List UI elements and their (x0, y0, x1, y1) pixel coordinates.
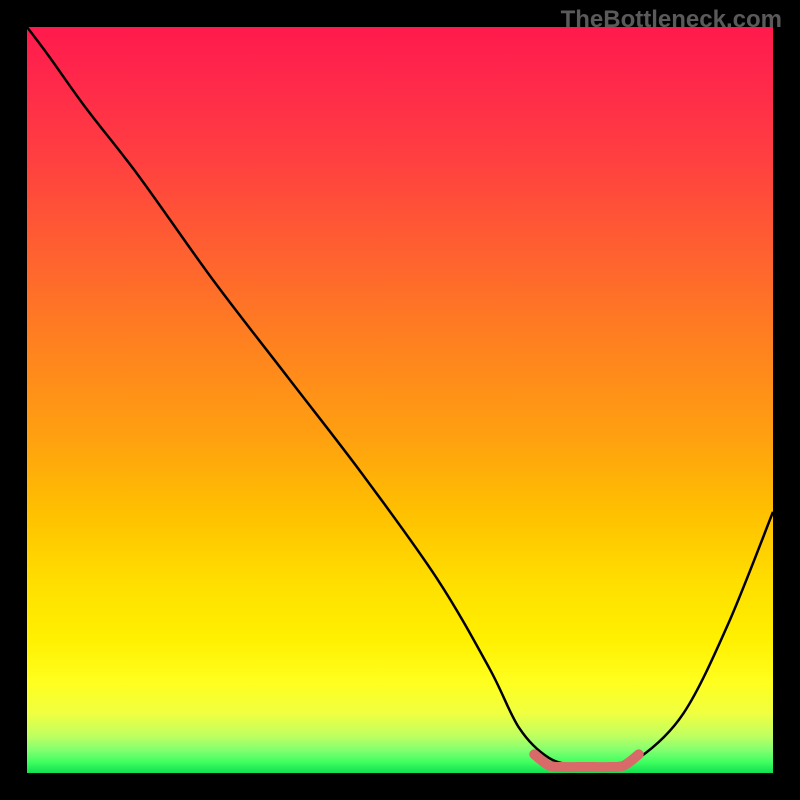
optimal-range-marker-path (534, 754, 638, 767)
chart-svg (27, 27, 773, 773)
bottleneck-curve-path (27, 27, 773, 766)
chart-plot-area (27, 27, 773, 773)
attribution-label: TheBottleneck.com (561, 6, 782, 34)
